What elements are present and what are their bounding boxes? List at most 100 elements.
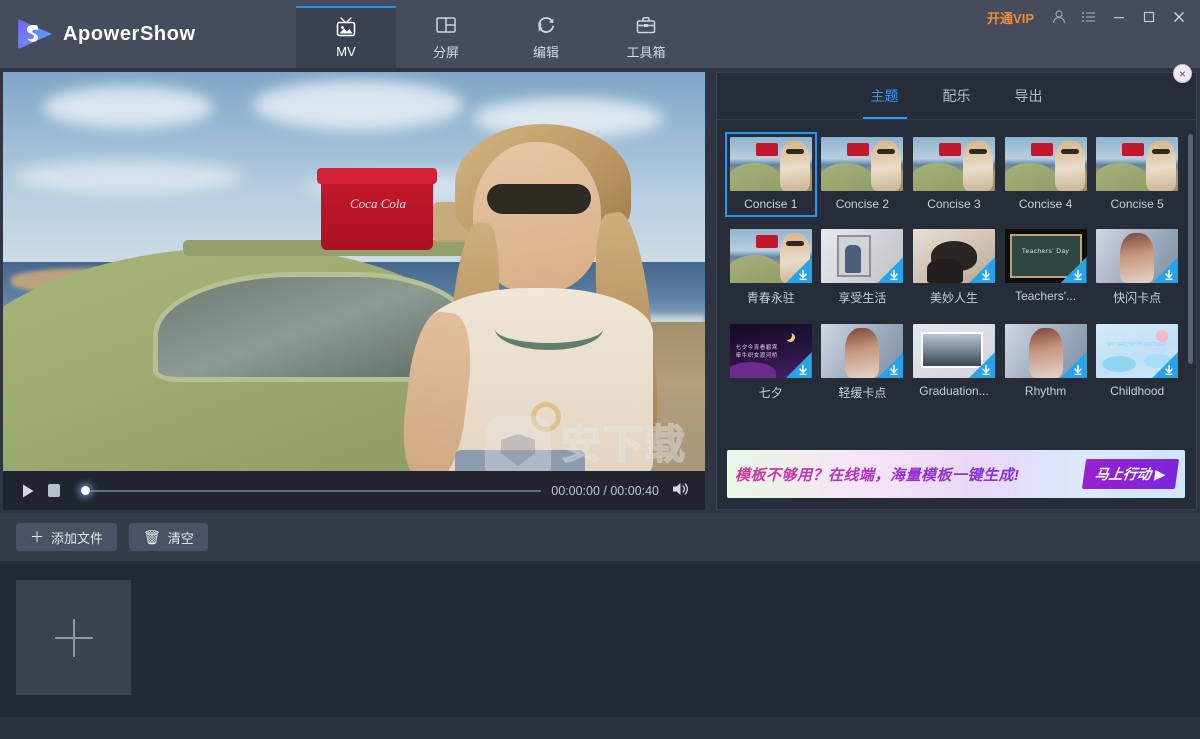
- template-item[interactable]: 轻缓卡点: [817, 319, 909, 407]
- download-arrow-icon: [980, 363, 992, 375]
- download-arrow-icon: [1163, 268, 1175, 280]
- nav-tab-edit[interactable]: 编辑: [496, 6, 596, 68]
- minimize-button[interactable]: [1104, 3, 1134, 31]
- nav-tab-edit-label: 编辑: [533, 42, 559, 61]
- download-arrow-icon: [1072, 363, 1084, 375]
- logo-swoosh-icon: [16, 16, 52, 52]
- template-thumbnail: [913, 229, 995, 283]
- video-preview[interactable]: Coca Cola 安下载 anxz.com: [3, 72, 705, 471]
- template-name: 青春永驻: [747, 289, 795, 306]
- play-button[interactable]: [15, 478, 41, 504]
- preview-area: Coca Cola 安下载 anxz.com: [3, 72, 705, 510]
- volume-icon: [671, 480, 691, 498]
- promo-banner-cta-button[interactable]: 马上行动 ▶: [1082, 459, 1179, 489]
- right-panel: 主题 配乐 导出 Concise 1Concise 2Concise 3Conc…: [716, 72, 1197, 510]
- template-name: Concise 2: [836, 197, 889, 211]
- template-item[interactable]: Concise 4: [1000, 132, 1092, 217]
- template-item[interactable]: Rhythm: [1000, 319, 1092, 407]
- media-timeline: [0, 561, 1200, 739]
- template-item[interactable]: Concise 2: [817, 132, 909, 217]
- template-thumbnail: Teachers' Day: [1005, 229, 1087, 283]
- brand: ApowerShow: [16, 16, 196, 52]
- app-title: ApowerShow: [63, 23, 196, 46]
- template-item[interactable]: Teachers' Day Teachers'...: [1000, 224, 1092, 312]
- template-name: Concise 5: [1110, 197, 1163, 211]
- template-item[interactable]: Concise 3: [908, 132, 1000, 217]
- seek-handle[interactable]: [81, 486, 90, 495]
- seek-bar[interactable]: [81, 481, 541, 501]
- template-thumbnail: [1005, 324, 1087, 378]
- trash-icon: 🗑: [143, 530, 161, 544]
- minimize-icon: [1111, 9, 1127, 25]
- add-file-button[interactable]: ＋ 添加文件: [16, 523, 117, 551]
- template-name: 快闪卡点: [1113, 289, 1161, 306]
- template-item[interactable]: MY GROWTH RECORD Childhood: [1091, 319, 1183, 407]
- timeline-strip: [0, 717, 1200, 739]
- panel-tabs: 主题 配乐 导出: [717, 73, 1196, 120]
- clear-label: 清空: [168, 528, 194, 547]
- nav-tab-split[interactable]: 分屏: [396, 6, 496, 68]
- promo-banner-close-button[interactable]: ×: [1173, 64, 1192, 83]
- template-thumbnail: [913, 324, 995, 378]
- nav-tab-toolbox[interactable]: 工具箱: [596, 6, 696, 68]
- app-logo-icon: [16, 16, 52, 52]
- apowershow-window: ApowerShow MV 分屏: [0, 0, 1200, 739]
- download-arrow-icon: [1163, 363, 1175, 375]
- menu-button[interactable]: [1074, 3, 1104, 31]
- template-thumbnail: [1005, 137, 1087, 191]
- template-name: Childhood: [1110, 384, 1164, 398]
- cooler-brand-text: Coca Cola: [335, 196, 421, 212]
- volume-button[interactable]: [671, 480, 693, 502]
- template-name: Teachers'...: [1015, 289, 1076, 303]
- clear-button[interactable]: 🗑 清空: [129, 523, 208, 551]
- template-name: 享受生活: [838, 289, 886, 306]
- template-item[interactable]: 七夕今宵看碧霄 牵牛织女渡河桥七夕: [725, 319, 817, 407]
- close-icon: [1171, 9, 1187, 25]
- title-bar: ApowerShow MV 分屏: [0, 0, 1200, 68]
- template-item[interactable]: 享受生活: [817, 224, 909, 312]
- template-item[interactable]: 青春永驻: [725, 224, 817, 312]
- template-thumbnail-text: 七夕今宵看碧霄 牵牛织女渡河桥: [736, 344, 778, 360]
- template-item[interactable]: Concise 1: [725, 132, 817, 217]
- stop-button[interactable]: [41, 478, 67, 504]
- template-name: 七夕: [759, 384, 783, 401]
- template-thumbnail-text: Teachers' Day: [1005, 248, 1087, 255]
- template-item[interactable]: Graduation...: [908, 319, 1000, 407]
- nav-tab-mv-label: MV: [336, 44, 356, 59]
- tab-theme[interactable]: 主题: [849, 73, 921, 119]
- download-arrow-icon: [980, 268, 992, 280]
- download-arrow-icon: [797, 268, 809, 280]
- template-name: 美妙人生: [930, 289, 978, 306]
- timecode-label: 00:00:00 / 00:00:40: [551, 484, 659, 498]
- nav-tab-split-label: 分屏: [433, 42, 459, 61]
- nav-tab-toolbox-label: 工具箱: [626, 42, 665, 61]
- add-media-tile[interactable]: [16, 580, 131, 695]
- template-thumbnail-text: MY GROWTH RECORD: [1096, 342, 1178, 348]
- tab-music[interactable]: 配乐: [921, 73, 993, 119]
- refresh-edit-icon: [533, 13, 559, 37]
- template-scrollbar[interactable]: [1188, 134, 1193, 364]
- download-arrow-icon: [797, 363, 809, 375]
- template-item[interactable]: Concise 5: [1091, 132, 1183, 217]
- user-icon: [1051, 9, 1067, 25]
- list-menu-icon: [1081, 9, 1097, 25]
- tab-export[interactable]: 导出: [993, 73, 1065, 119]
- media-toolbar: ＋ 添加文件 🗑 清空: [0, 513, 1200, 561]
- nav-tab-mv[interactable]: MV: [296, 6, 396, 68]
- template-item[interactable]: 美妙人生: [908, 224, 1000, 312]
- template-name: Graduation...: [919, 384, 988, 398]
- account-button[interactable]: [1044, 3, 1074, 31]
- template-thumbnail: [730, 137, 812, 191]
- maximize-button[interactable]: [1134, 3, 1164, 31]
- download-arrow-icon: [888, 363, 900, 375]
- template-thumbnail: [1096, 137, 1178, 191]
- template-item[interactable]: 快闪卡点: [1091, 224, 1183, 312]
- close-button[interactable]: [1164, 3, 1194, 31]
- split-screen-icon: [433, 13, 459, 37]
- promo-banner[interactable]: 模板不够用？在线端，海量模板一键生成! 马上行动 ▶: [727, 450, 1185, 498]
- plus-icon: ＋: [30, 530, 44, 544]
- vip-upgrade-button[interactable]: 开通VIP: [977, 8, 1044, 27]
- toolbox-icon: [633, 13, 659, 37]
- template-thumbnail: [913, 137, 995, 191]
- template-scroll-area: Concise 1 Concise 2 Concise 3Concise 4 Conc…: [717, 120, 1196, 470]
